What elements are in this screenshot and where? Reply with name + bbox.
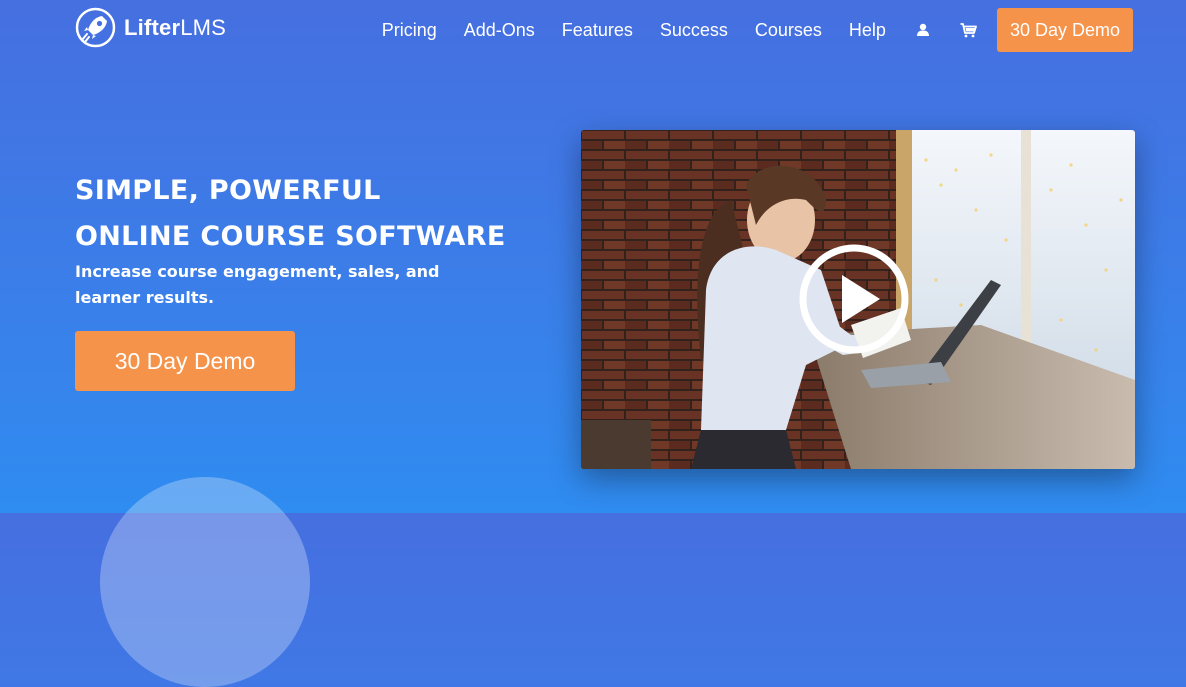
user-icon[interactable]: [914, 21, 932, 39]
nav-courses[interactable]: Courses: [755, 20, 822, 41]
hero-title-line-1: SIMPLE, POWERFUL: [75, 175, 381, 206]
nav-demo-button[interactable]: 30 Day Demo: [996, 8, 1133, 52]
video-player[interactable]: [581, 130, 1135, 469]
rocket-logo-icon: [75, 7, 116, 48]
cart-icon[interactable]: [960, 21, 978, 39]
nav-features[interactable]: Features: [562, 20, 633, 41]
hero-title: SIMPLE, POWERFUL ONLINE COURSE SOFTWARE: [75, 168, 506, 260]
hero-subtitle: Increase course engagement, sales, and l…: [75, 262, 440, 307]
main-nav: Pricing Add-Ons Features Success Courses…: [382, 8, 1133, 52]
hero-title-line-2: ONLINE COURSE SOFTWARE: [75, 221, 506, 252]
nav-help[interactable]: Help: [849, 20, 886, 41]
nav-success[interactable]: Success: [660, 20, 728, 41]
brand-name: LifterLMS: [124, 14, 227, 40]
nav-pricing[interactable]: Pricing: [382, 20, 437, 41]
hero-demo-button[interactable]: 30 Day Demo: [75, 331, 295, 391]
nav-add-ons[interactable]: Add-Ons: [464, 20, 535, 41]
logo[interactable]: LifterLMS: [75, 7, 226, 48]
decorative-circle: [100, 477, 310, 687]
play-icon[interactable]: [798, 243, 910, 355]
